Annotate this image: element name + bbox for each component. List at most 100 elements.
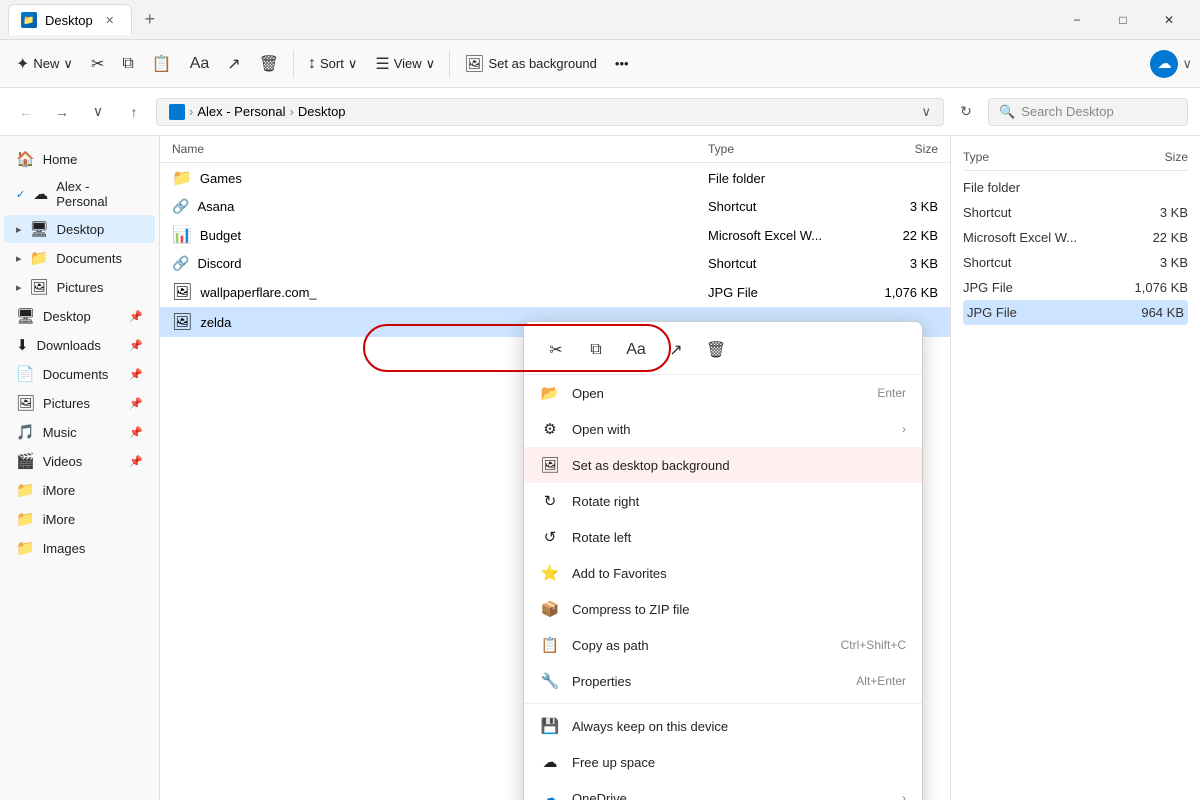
search-box[interactable]: 🔍 Search Desktop xyxy=(988,98,1188,126)
minimize-button[interactable]: − xyxy=(1054,4,1100,36)
share-button[interactable]: ↗ xyxy=(219,48,248,80)
active-tab[interactable]: 📁 Desktop ✕ xyxy=(8,4,132,35)
tab-folder-icon: 📁 xyxy=(21,12,37,28)
cm-rotateright-label: Rotate right xyxy=(572,494,906,509)
cloud-icon: ☁ xyxy=(33,185,48,203)
new-button[interactable]: ✦ New ∨ xyxy=(8,48,81,80)
sidebar-item-alex[interactable]: ✓ ☁ Alex - Personal xyxy=(4,174,155,214)
folder-icon-games: 📁 xyxy=(172,168,192,188)
sidebar-item-music[interactable]: 🎵 Music 📌 xyxy=(4,418,155,446)
more-button[interactable]: ••• xyxy=(607,50,637,77)
pin-icon-dl: 📌 xyxy=(129,339,143,352)
up-button[interactable]: ↑ xyxy=(120,98,148,126)
view-icon: ☰ xyxy=(375,54,389,74)
cm-item-rotate-left[interactable]: ↺ Rotate left xyxy=(524,519,922,555)
share-icon: ↗ xyxy=(227,54,240,74)
cm-copypath-shortcut: Ctrl+Shift+C xyxy=(841,638,906,652)
rp-size-budget: 22 KB xyxy=(1108,230,1188,245)
desktop-icon: 🖥 xyxy=(30,220,49,238)
refresh-button[interactable]: ↻ xyxy=(952,98,980,126)
main-layout: 🏠 Home ✓ ☁ Alex - Personal ▸ 🖥 Desktop ▸… xyxy=(0,136,1200,800)
cm-item-properties[interactable]: 🔧 Properties Alt+Enter xyxy=(524,663,922,699)
sidebar-item-home[interactable]: 🏠 Home xyxy=(4,145,155,173)
file-type-budget: Microsoft Excel W... xyxy=(708,228,858,243)
view-button[interactable]: ☰ View ∨ xyxy=(367,48,443,80)
sidebar-label-downloads: Downloads xyxy=(37,338,101,353)
rp-size-wallpaper: 1,076 KB xyxy=(1108,280,1188,295)
cm-item-onedrive[interactable]: ☁ OneDrive › xyxy=(524,780,922,800)
cm-cut-button[interactable]: ✂ xyxy=(540,334,572,366)
rp-row-games[interactable]: File folder xyxy=(963,175,1188,200)
file-row-budget[interactable]: 📊 Budget Microsoft Excel W... 22 KB xyxy=(160,220,950,250)
rp-type-zelda: JPG File xyxy=(967,305,1104,320)
cm-item-copy-path[interactable]: 📋 Copy as path Ctrl+Shift+C xyxy=(524,627,922,663)
cm-item-set-bg[interactable]: 🖼 Set as desktop background xyxy=(524,447,922,483)
file-type-discord: Shortcut xyxy=(708,256,858,271)
sidebar-label-pictures: Pictures xyxy=(57,280,104,295)
sidebar-item-desktop-pin[interactable]: 🖥 Desktop 📌 xyxy=(4,302,155,330)
cm-rename-button[interactable]: Aa xyxy=(620,334,652,366)
file-row-games[interactable]: 📁 Games File folder xyxy=(160,163,950,193)
file-size-budget: 22 KB xyxy=(858,228,938,243)
rp-row-wallpaper[interactable]: JPG File 1,076 KB xyxy=(963,275,1188,300)
file-row-asana[interactable]: 🔗 Asana Shortcut 3 KB xyxy=(160,193,950,220)
downloads-icon: ⬇ xyxy=(16,336,29,354)
cm-props-label: Properties xyxy=(572,674,844,689)
rp-row-discord[interactable]: Shortcut 3 KB xyxy=(963,250,1188,275)
view-arrow: ∨ xyxy=(426,56,436,72)
delete-button[interactable]: 🗑 xyxy=(251,48,287,80)
cm-openwith-arrow: › xyxy=(902,422,906,436)
maximize-button[interactable]: □ xyxy=(1100,4,1146,36)
rp-row-budget[interactable]: Microsoft Excel W... 22 KB xyxy=(963,225,1188,250)
cm-delete-button[interactable]: 🗑 xyxy=(700,334,732,366)
sidebar-item-pictures2[interactable]: 🖼 Pictures 📌 xyxy=(4,389,155,417)
sidebar-label-alex: Alex - Personal xyxy=(56,179,143,209)
path-dropdown[interactable]: ∨ xyxy=(921,104,931,120)
pin-icon-pic: 📌 xyxy=(129,397,143,410)
cm-item-compress[interactable]: 📦 Compress to ZIP file xyxy=(524,591,922,627)
cm-item-rotate-right[interactable]: ↻ Rotate right xyxy=(524,483,922,519)
paste-button[interactable]: 📋 xyxy=(144,48,180,80)
rp-row-asana[interactable]: Shortcut 3 KB xyxy=(963,200,1188,225)
file-row-wallpaper[interactable]: 🖼 wallpaperflare.com_ JPG File 1,076 KB xyxy=(160,277,950,307)
cm-copypath-icon: 📋 xyxy=(540,635,560,655)
new-tab-button[interactable]: + xyxy=(136,6,164,34)
rp-row-zelda[interactable]: JPG File 964 KB xyxy=(963,300,1188,325)
cm-item-free-up[interactable]: ☁ Free up space xyxy=(524,744,922,780)
tab-close-button[interactable]: ✕ xyxy=(101,11,119,29)
rp-size-zelda: 964 KB xyxy=(1104,305,1184,320)
set-bg-button[interactable]: 🖼 Set as background xyxy=(456,48,605,80)
cm-item-always-keep[interactable]: 💾 Always keep on this device xyxy=(524,708,922,744)
cm-props-shortcut: Alt+Enter xyxy=(856,674,906,688)
sidebar-item-pictures[interactable]: ▸ 🖼 Pictures xyxy=(4,273,155,301)
cm-item-open[interactable]: 📂 Open Enter xyxy=(524,375,922,411)
cut-button[interactable]: ✂ xyxy=(83,48,112,80)
sidebar-item-images[interactable]: 📁 Images xyxy=(4,534,155,562)
back-button[interactable]: ← xyxy=(12,98,40,126)
cm-onedrive-icon: ☁ xyxy=(540,788,560,800)
copy-button[interactable]: ⧉ xyxy=(114,49,141,79)
address-path[interactable]: › Alex - Personal › Desktop ∨ xyxy=(156,98,944,126)
toolbar-separator-1 xyxy=(293,50,294,78)
sidebar-item-documents[interactable]: ▸ 📁 Documents xyxy=(4,244,155,272)
sidebar-item-documents2[interactable]: 📄 Documents 📌 xyxy=(4,360,155,388)
sidebar-item-downloads[interactable]: ⬇ Downloads 📌 xyxy=(4,331,155,359)
sidebar-item-videos[interactable]: 🎬 Videos 📌 xyxy=(4,447,155,475)
cm-copy-button[interactable]: ⧉ xyxy=(580,334,612,366)
sort-button[interactable]: ↕ Sort ∨ xyxy=(300,49,365,79)
search-placeholder: Search Desktop xyxy=(1021,104,1114,119)
rename-button[interactable]: Aa xyxy=(182,49,218,79)
icon-zelda: 🖼 xyxy=(172,312,192,332)
file-row-discord[interactable]: 🔗 Discord Shortcut 3 KB xyxy=(160,250,950,277)
up-expand-button[interactable]: ∨ xyxy=(84,98,112,126)
cm-share-button[interactable]: ↗ xyxy=(660,334,692,366)
new-dropdown-arrow: ∨ xyxy=(63,56,73,72)
close-button[interactable]: ✕ xyxy=(1146,4,1192,36)
sidebar-item-imore2[interactable]: 📁 iMore xyxy=(4,505,155,533)
new-label: New xyxy=(33,56,59,71)
cm-item-open-with[interactable]: ⚙ Open with › xyxy=(524,411,922,447)
forward-button[interactable]: → xyxy=(48,98,76,126)
sidebar-item-imore1[interactable]: 📁 iMore xyxy=(4,476,155,504)
cm-item-favorites[interactable]: ⭐ Add to Favorites xyxy=(524,555,922,591)
sidebar-item-desktop[interactable]: ▸ 🖥 Desktop xyxy=(4,215,155,243)
